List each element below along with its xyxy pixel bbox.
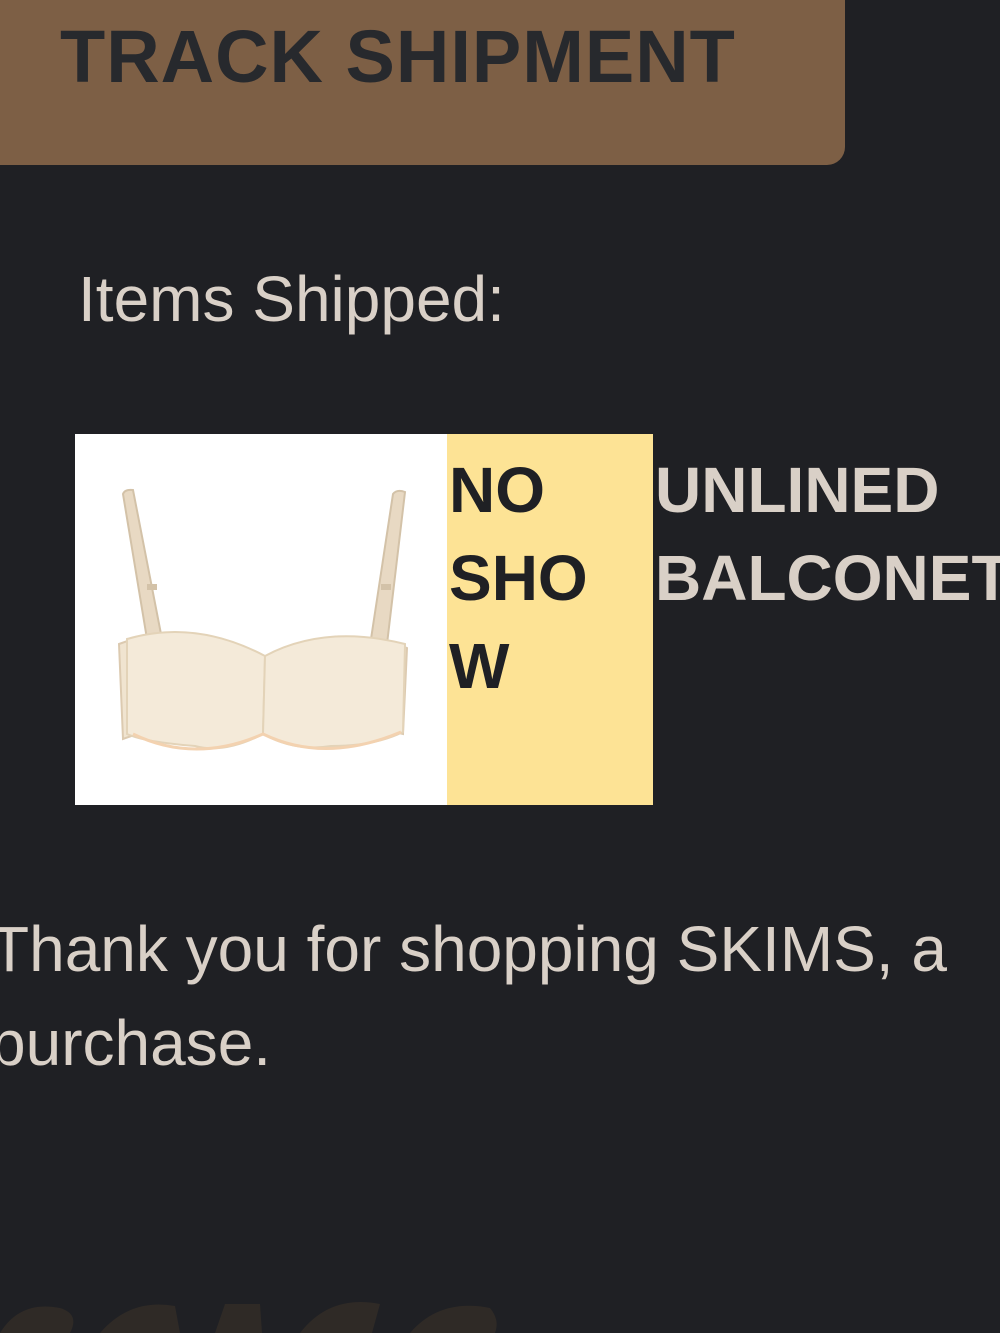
size-line-3: W — [449, 630, 510, 702]
product-name[interactable]: UNLINED BALCONETTE — [655, 446, 1000, 622]
size-badge: NO SHO W — [447, 434, 653, 805]
shipped-item-card: NO SHO W — [75, 434, 653, 805]
track-shipment-button[interactable]: TRACK SHIPMENT — [0, 0, 845, 165]
footer-logo — [0, 1290, 520, 1333]
product-name-line-2: BALCONETTE — [655, 542, 1000, 614]
thank-you-line-1: Thank you for shopping SKIMS, a — [0, 913, 947, 985]
product-name-line-1: UNLINED — [655, 454, 940, 526]
bra-product-image[interactable] — [75, 434, 447, 805]
size-line-2: SHO — [449, 542, 588, 614]
track-shipment-label: TRACK SHIPMENT — [60, 15, 736, 98]
size-line-1: NO — [449, 454, 545, 526]
items-shipped-heading: Items Shipped: — [78, 263, 505, 335]
bra-illustration — [117, 488, 409, 751]
thank-you-line-2: purchase. — [0, 1007, 272, 1079]
thank-you-message: Thank you for shopping SKIMS, a purchase… — [0, 902, 1000, 1090]
